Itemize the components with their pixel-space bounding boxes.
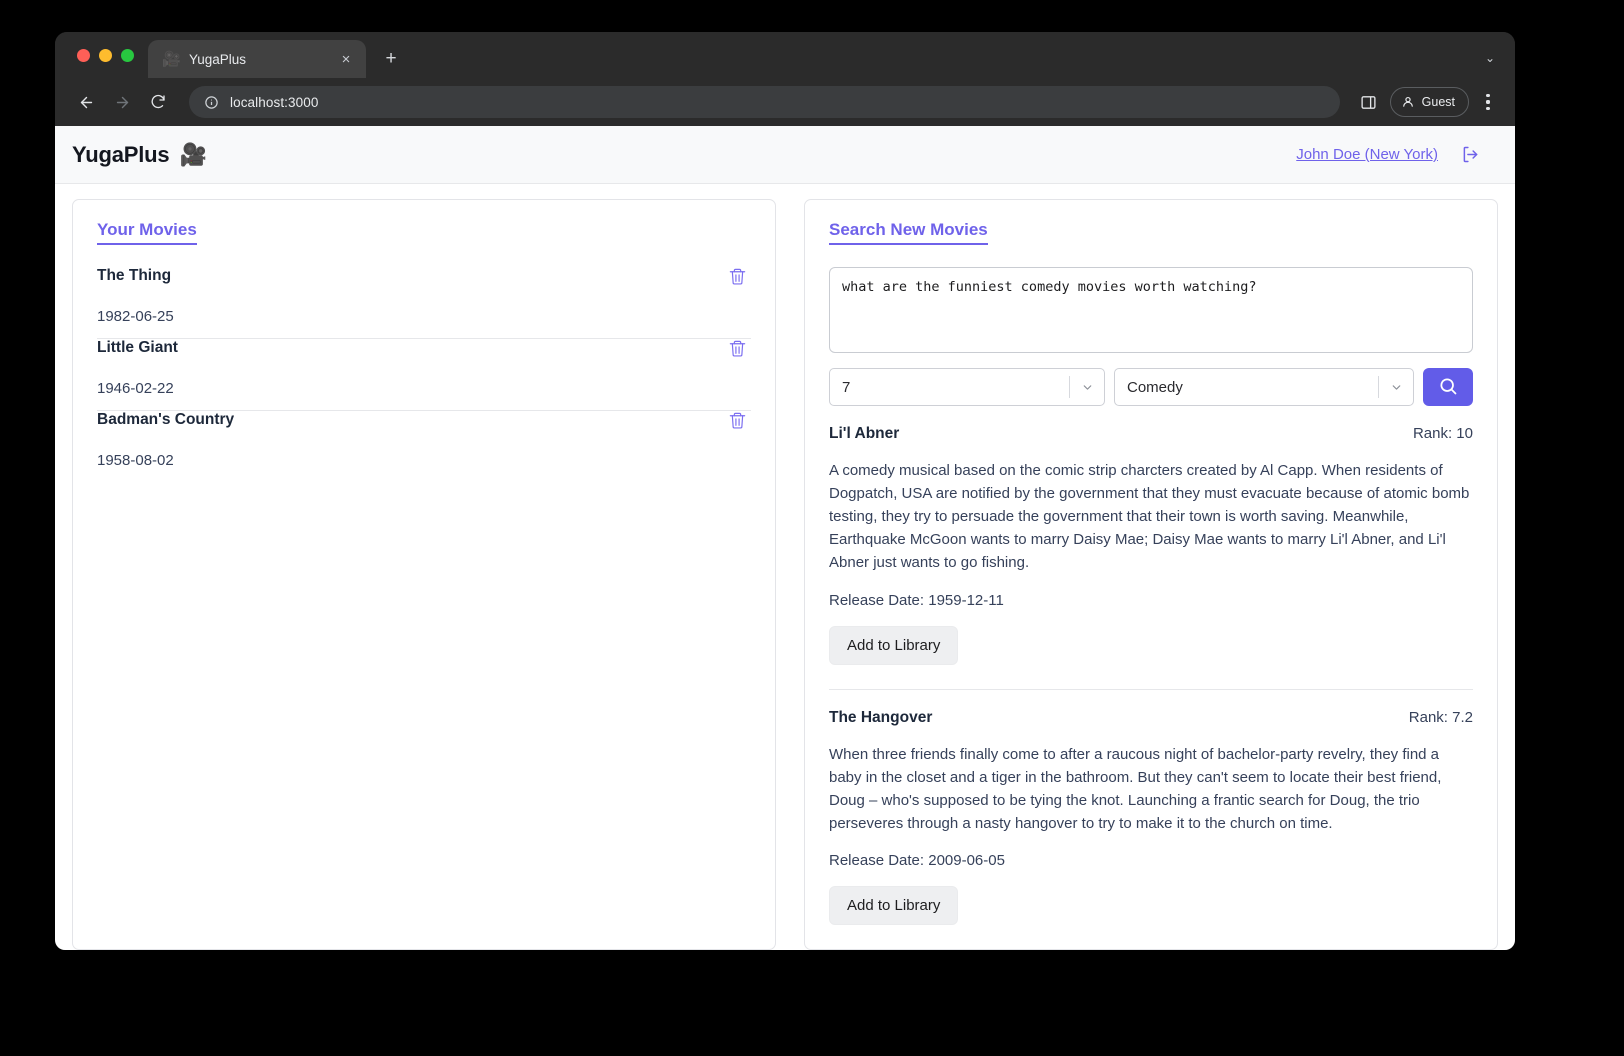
address-bar[interactable]: localhost:3000 (189, 86, 1340, 118)
search-result-overview: When three friends finally come to after… (829, 745, 1442, 832)
search-result-release-date: Release Date: 2009-06-05 (829, 852, 1005, 870)
reload-button[interactable] (143, 87, 173, 117)
list-item: Little Giant 1946-02-22 (97, 339, 751, 410)
brand-name: YugaPlus (72, 141, 170, 167)
tab-title: YugaPlus (189, 51, 247, 67)
back-button[interactable] (71, 87, 101, 117)
tab-close-icon[interactable]: × (336, 49, 356, 69)
trash-icon[interactable] (724, 411, 751, 430)
logout-icon[interactable] (1460, 144, 1481, 165)
window-traffic-lights (69, 32, 148, 78)
movie-camera-icon: 🎥 (179, 141, 207, 167)
search-result-overview: A comedy musical based on the comic stri… (829, 462, 1470, 571)
search-result: Li'l Abner Rank: 10 A comedy musical bas… (829, 406, 1473, 690)
genre-value: Comedy (1127, 378, 1183, 396)
main-content: Your Movies The Thing 1982-06-25 Little … (55, 184, 1515, 950)
profile-guest-button[interactable]: Guest (1389, 87, 1469, 117)
new-tab-button[interactable]: + (376, 44, 406, 74)
page-content: YugaPlus 🎥 John Doe (New York) Your Movi… (55, 126, 1515, 950)
address-bar-url: localhost:3000 (230, 94, 319, 110)
search-result-rank: Rank: 7.2 (1408, 708, 1473, 726)
split-view-icon[interactable] (1354, 87, 1384, 117)
browser-menu-button[interactable] (1475, 87, 1501, 117)
divider (829, 949, 1473, 950)
site-info-icon[interactable] (203, 94, 219, 110)
brand[interactable]: YugaPlus 🎥 (72, 142, 207, 168)
tab-strip: 🎥 YugaPlus × + ⌄ (55, 32, 1515, 78)
user-icon (1402, 96, 1413, 107)
library-row: Badman's Country (97, 411, 751, 430)
library-row: The Thing (97, 267, 751, 286)
search-result-title: Li'l Abner (829, 425, 900, 442)
browser-tab[interactable]: 🎥 YugaPlus × (148, 40, 366, 78)
list-item: The Thing 1982-06-25 (97, 267, 751, 338)
tabstrip-right-controls: ⌄ (1477, 46, 1503, 70)
search-result: The Hangover Rank: 7.2 When three friend… (829, 690, 1473, 950)
profile-label: Guest (1421, 95, 1455, 109)
app-header: YugaPlus 🎥 John Doe (New York) (55, 126, 1515, 184)
library-movie-date: 1982-06-25 (97, 308, 174, 325)
forward-button[interactable] (107, 87, 137, 117)
search-new-movies-title: Search New Movies (829, 220, 988, 245)
chevron-down-icon[interactable] (1379, 381, 1413, 394)
your-movies-panel: Your Movies The Thing 1982-06-25 Little … (72, 199, 776, 950)
library-movie-title: The Thing (97, 267, 172, 284)
library-movie-title: Little Giant (97, 339, 178, 356)
search-controls: 7 Comedy (829, 368, 1473, 406)
search-result-header: The Hangover Rank: 7.2 (829, 709, 1473, 727)
chevron-down-icon[interactable]: ⌄ (1477, 46, 1503, 70)
library-row: Little Giant (97, 339, 751, 358)
minimize-window-button[interactable] (99, 48, 112, 62)
add-to-library-button[interactable]: Add to Library (829, 886, 959, 926)
search-button[interactable] (1423, 368, 1473, 406)
browser-toolbar: localhost:3000 Guest (55, 78, 1515, 126)
library-movie-date: 1958-08-02 (97, 452, 174, 469)
list-item: Badman's Country 1958-08-02 (97, 411, 751, 482)
result-count-value: 7 (842, 378, 851, 396)
search-result-title: The Hangover (829, 708, 933, 726)
search-result-rank: Rank: 10 (1412, 425, 1473, 442)
search-query-input[interactable] (829, 267, 1473, 353)
toolbar-right-controls: Guest (1354, 87, 1501, 117)
search-movies-panel: Search New Movies 7 Comedy (804, 199, 1498, 950)
add-to-library-button[interactable]: Add to Library (829, 625, 959, 665)
search-result-release-date: Release Date: 1959-12-11 (829, 591, 1004, 609)
library-movie-title: Badman's Country (97, 411, 235, 428)
close-window-button[interactable] (77, 48, 90, 62)
browser-window: 🎥 YugaPlus × + ⌄ localhost:3000 Guest Yu… (55, 32, 1515, 950)
search-result-header: Li'l Abner Rank: 10 (829, 425, 1473, 443)
library-movie-date: 1946-02-22 (97, 380, 174, 397)
result-count-select[interactable]: 7 (829, 368, 1105, 406)
user-profile-link[interactable]: John Doe (New York) (1296, 146, 1438, 163)
tab-favicon-icon: 🎥 (162, 50, 181, 68)
chevron-down-icon[interactable] (1070, 381, 1104, 394)
maximize-window-button[interactable] (121, 48, 134, 62)
genre-select[interactable]: Comedy (1114, 368, 1414, 406)
trash-icon[interactable] (724, 339, 751, 358)
search-icon (1438, 376, 1458, 399)
trash-icon[interactable] (724, 267, 751, 286)
your-movies-title: Your Movies (97, 220, 197, 245)
